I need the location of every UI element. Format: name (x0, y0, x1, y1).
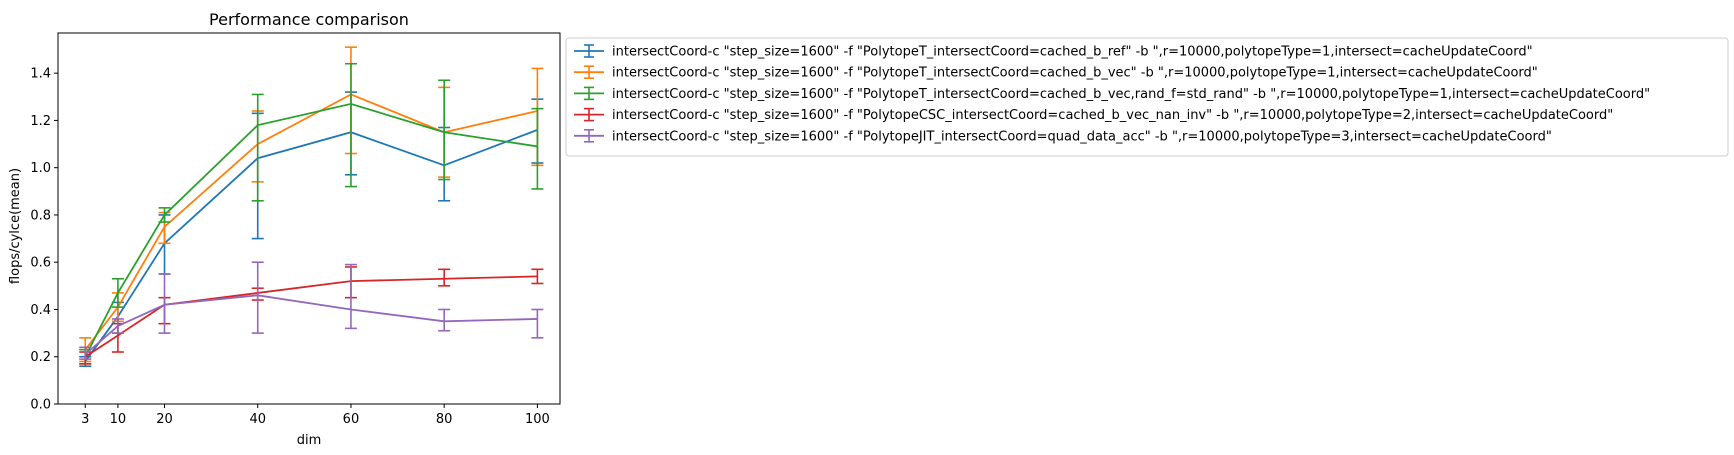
series-line (84, 275, 538, 358)
y-tick-label: 0.4 (30, 303, 51, 318)
series-5 (79, 261, 544, 360)
series-line (84, 102, 538, 358)
y-tick-label: 0.0 (30, 398, 51, 413)
y-tick-label: 1.0 (30, 161, 51, 176)
legend-item-3: intersectCoord-c "step_size=1600" -f "Po… (574, 86, 1650, 102)
y-tick-label: 0.6 (30, 256, 51, 271)
y-tick-label: 0.8 (30, 208, 51, 223)
legend-item-5: intersectCoord-c "step_size=1600" -f "Po… (574, 129, 1552, 144)
legend-label: intersectCoord-c "step_size=1600" -f "Po… (612, 108, 1613, 123)
x-tick-label: 40 (249, 412, 266, 427)
series-line (84, 294, 538, 356)
x-tick-label: 20 (156, 412, 173, 427)
series-1 (79, 91, 544, 367)
y-tick-label: 1.2 (30, 114, 51, 129)
legend: intersectCoord-c "step_size=1600" -f "Po… (565, 37, 1729, 157)
x-axis: 3 10 20 40 60 80 100 (81, 404, 550, 427)
legend-item-1: intersectCoord-c "step_size=1600" -f "Po… (574, 44, 1533, 60)
performance-chart: Performance comparison 3 10 20 40 60 80 100 0.… (8, 10, 1729, 448)
x-tick-label: 10 (110, 412, 127, 427)
legend-label: intersectCoord-c "step_size=1600" -f "Po… (612, 45, 1533, 60)
x-axis-label: dim (297, 433, 322, 448)
plot-area (57, 32, 561, 405)
chart-title: Performance comparison (209, 10, 409, 29)
y-axis: 0.0 0.2 0.4 0.6 0.8 1.0 1.2 1.4 (30, 67, 58, 413)
x-tick-label: 60 (343, 412, 360, 427)
x-tick-label: 100 (525, 412, 550, 427)
legend-item-4: intersectCoord-c "step_size=1600" -f "Po… (574, 107, 1613, 123)
legend-label: intersectCoord-c "step_size=1600" -f "Po… (612, 66, 1538, 81)
series-3 (79, 62, 544, 365)
legend-label: intersectCoord-c "step_size=1600" -f "Po… (612, 129, 1552, 144)
legend-item-2: intersectCoord-c "step_size=1600" -f "Po… (574, 65, 1538, 81)
x-tick-label: 3 (81, 412, 89, 427)
plot-frame (57, 32, 561, 405)
legend-label: intersectCoord-c "step_size=1600" -f "Po… (612, 87, 1650, 102)
x-tick-label: 80 (436, 412, 453, 427)
y-tick-label: 1.4 (30, 67, 51, 82)
series-4 (79, 266, 544, 365)
y-tick-label: 0.2 (30, 350, 51, 365)
y-axis-label: flops/cylce(mean) (8, 168, 23, 284)
